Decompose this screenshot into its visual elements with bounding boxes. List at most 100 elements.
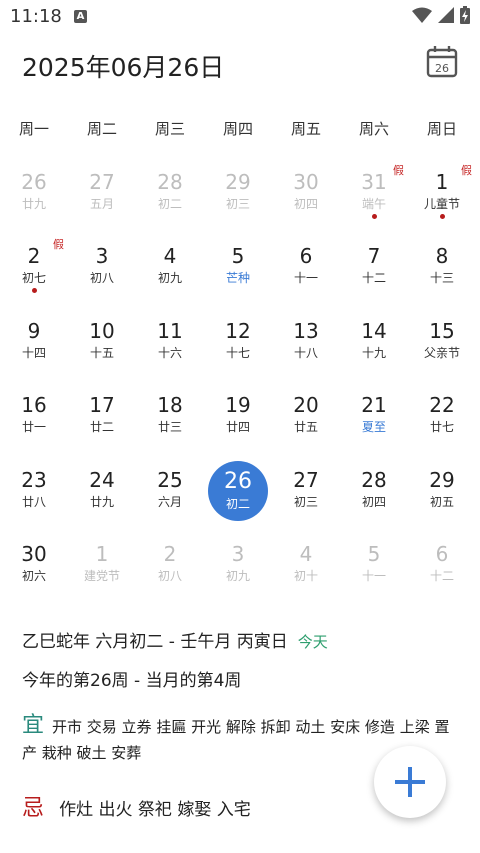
lunar-date: 初九 bbox=[225, 568, 250, 583]
lunar-date: 初三 bbox=[293, 494, 318, 509]
calendar-day[interactable]: 4 初十 bbox=[272, 538, 340, 612]
calendar-day[interactable]: 25 六月 bbox=[136, 464, 204, 538]
calendar-day[interactable]: 29 初五 bbox=[408, 464, 476, 538]
calendar-day[interactable]: 15 父亲节 bbox=[408, 315, 476, 389]
lunar-date: 十一 bbox=[361, 568, 386, 583]
calendar-day[interactable]: 21 夏至 bbox=[340, 389, 408, 463]
lunar-date: 廿五 bbox=[293, 420, 318, 435]
calendar-week-row: 9 十四 10 十五 11 十六 12 十七 13 十八 14 十九 15 父亲节 bbox=[0, 315, 480, 389]
calendar-week-row: 23 廿八 24 廿九 25 六月 26 初二 27 初三 28 初四 29 初五 bbox=[0, 460, 480, 538]
calendar-day[interactable]: 28 初二 bbox=[136, 166, 204, 240]
calendar-day[interactable]: 5 芒种 bbox=[204, 240, 272, 314]
signal-icon bbox=[438, 7, 454, 23]
lunar-date: 十九 bbox=[361, 345, 386, 360]
lunar-date: 十二 bbox=[361, 271, 386, 286]
wifi-icon bbox=[412, 7, 432, 23]
calendar-day-selected[interactable]: 26 初二 bbox=[204, 460, 272, 538]
lunar-date: 十五 bbox=[89, 345, 114, 360]
add-event-button[interactable] bbox=[374, 746, 446, 818]
calendar-day[interactable]: 30 初六 bbox=[0, 538, 68, 612]
calendar-day[interactable]: 14 十九 bbox=[340, 315, 408, 389]
calendar-day[interactable]: 9 十四 bbox=[0, 315, 68, 389]
calendar-day[interactable]: 6 十一 bbox=[272, 240, 340, 314]
calendar-day[interactable]: 7 十二 bbox=[340, 240, 408, 314]
lunar-date: 初五 bbox=[429, 494, 454, 509]
calendar-day[interactable]: 11 十六 bbox=[136, 315, 204, 389]
calendar-day[interactable]: 29 初三 bbox=[204, 166, 272, 240]
calendar-day[interactable]: 27 五月 bbox=[68, 166, 136, 240]
lunar-date: 初七 bbox=[21, 271, 46, 286]
day-number: 12 bbox=[225, 318, 251, 343]
day-number: 13 bbox=[293, 318, 319, 343]
calendar-day[interactable]: 24 廿九 bbox=[68, 464, 136, 538]
calendar-day[interactable]: 13 十八 bbox=[272, 315, 340, 389]
calendar-day[interactable]: 22 廿七 bbox=[408, 389, 476, 463]
notification-icon: A bbox=[74, 10, 87, 23]
calendar-day[interactable]: 31 端午假 bbox=[340, 164, 408, 240]
calendar-day[interactable]: 17 廿二 bbox=[68, 389, 136, 463]
calendar-day[interactable]: 27 初三 bbox=[272, 464, 340, 538]
day-number: 14 bbox=[361, 318, 387, 343]
day-number: 30 bbox=[293, 170, 319, 194]
calendar-day[interactable]: 3 初八 bbox=[68, 240, 136, 314]
day-number: 18 bbox=[157, 393, 183, 418]
calendar-day[interactable]: 5 十一 bbox=[340, 538, 408, 612]
status-time: 11:18 bbox=[10, 6, 62, 27]
ganzhi-line: 乙巳蛇年 六月初二 - 壬午月 丙寅日 今天 bbox=[22, 627, 462, 652]
event-dot-icon bbox=[439, 214, 445, 219]
lunar-date: 十七 bbox=[225, 345, 250, 360]
today-button[interactable]: 26 bbox=[424, 44, 460, 80]
lunar-date: 父亲节 bbox=[423, 345, 460, 360]
calendar-day[interactable]: 1 建党节 bbox=[68, 538, 136, 612]
calendar-day[interactable]: 26 廿九 bbox=[0, 166, 68, 240]
calendar-day[interactable]: 6 十二 bbox=[408, 538, 476, 612]
selected-date-title[interactable]: 2025年06月26日 bbox=[22, 48, 224, 84]
weekday-label: 周六 bbox=[358, 120, 389, 138]
calendar-week-row: 2 初七假 3 初八 4 初九 5 芒种 6 十一 7 十二 8 十三 bbox=[0, 238, 480, 314]
lunar-date: 五月 bbox=[89, 197, 114, 211]
lunar-date: 初八 bbox=[89, 271, 114, 286]
lunar-date: 十六 bbox=[157, 345, 182, 360]
event-dot-icon bbox=[31, 288, 37, 294]
calendar-day[interactable]: 23 廿八 bbox=[0, 464, 68, 538]
day-number: 29 bbox=[429, 467, 455, 492]
day-number: 11 bbox=[157, 318, 183, 343]
weekday-label: 周五 bbox=[290, 120, 321, 138]
calendar-day[interactable]: 28 初四 bbox=[340, 464, 408, 538]
day-number: 29 bbox=[225, 170, 251, 194]
day-number: 8 bbox=[435, 244, 449, 269]
day-number: 5 bbox=[367, 541, 381, 566]
calendar-day[interactable]: 20 廿五 bbox=[272, 389, 340, 463]
lunar-date: 儿童节 bbox=[423, 197, 460, 211]
day-number: 4 bbox=[163, 244, 177, 269]
calendar-day[interactable]: 19 廿四 bbox=[204, 389, 272, 463]
calendar-day[interactable]: 4 初九 bbox=[136, 240, 204, 314]
calendar-grid: 26 廿九 27 五月 28 初二 29 初三 30 初四 31 端午假 1 儿童节假 2 初七假 3 初八 4 初九… bbox=[0, 164, 480, 612]
calendar-day[interactable]: 2 初七假 bbox=[0, 238, 68, 314]
lunar-date: 芒种 bbox=[225, 271, 250, 286]
calendar-day[interactable]: 12 十七 bbox=[204, 315, 272, 389]
status-bar: 11:18 A bbox=[0, 0, 480, 34]
day-number: 24 bbox=[89, 467, 115, 492]
lunar-date: 十四 bbox=[21, 345, 46, 360]
calendar-day[interactable]: 2 初八 bbox=[136, 538, 204, 612]
calendar-day[interactable]: 3 初九 bbox=[204, 538, 272, 612]
lunar-date: 初九 bbox=[157, 271, 182, 286]
lunar-date: 廿八 bbox=[21, 494, 46, 509]
day-number: 6 bbox=[435, 541, 449, 566]
calendar-day[interactable]: 10 十五 bbox=[68, 315, 136, 389]
day-number: 26 bbox=[21, 170, 47, 194]
calendar-day[interactable]: 1 儿童节假 bbox=[408, 164, 476, 240]
lunar-date: 十二 bbox=[429, 568, 454, 583]
calendar-day[interactable]: 30 初四 bbox=[272, 166, 340, 240]
calendar-day[interactable]: 8 十三 bbox=[408, 240, 476, 314]
holiday-badge: 假 bbox=[53, 238, 64, 252]
day-number: 6 bbox=[299, 244, 313, 269]
calendar-day[interactable]: 18 廿三 bbox=[136, 389, 204, 463]
day-number: 9 bbox=[27, 318, 41, 343]
holiday-badge: 假 bbox=[393, 164, 404, 177]
weekday-header: 周一 周二 周三 周四 周五 周六 周日 bbox=[0, 118, 480, 140]
battery-charging-icon bbox=[460, 6, 470, 24]
calendar-day[interactable]: 16 廿一 bbox=[0, 389, 68, 463]
day-number: 5 bbox=[231, 244, 245, 269]
